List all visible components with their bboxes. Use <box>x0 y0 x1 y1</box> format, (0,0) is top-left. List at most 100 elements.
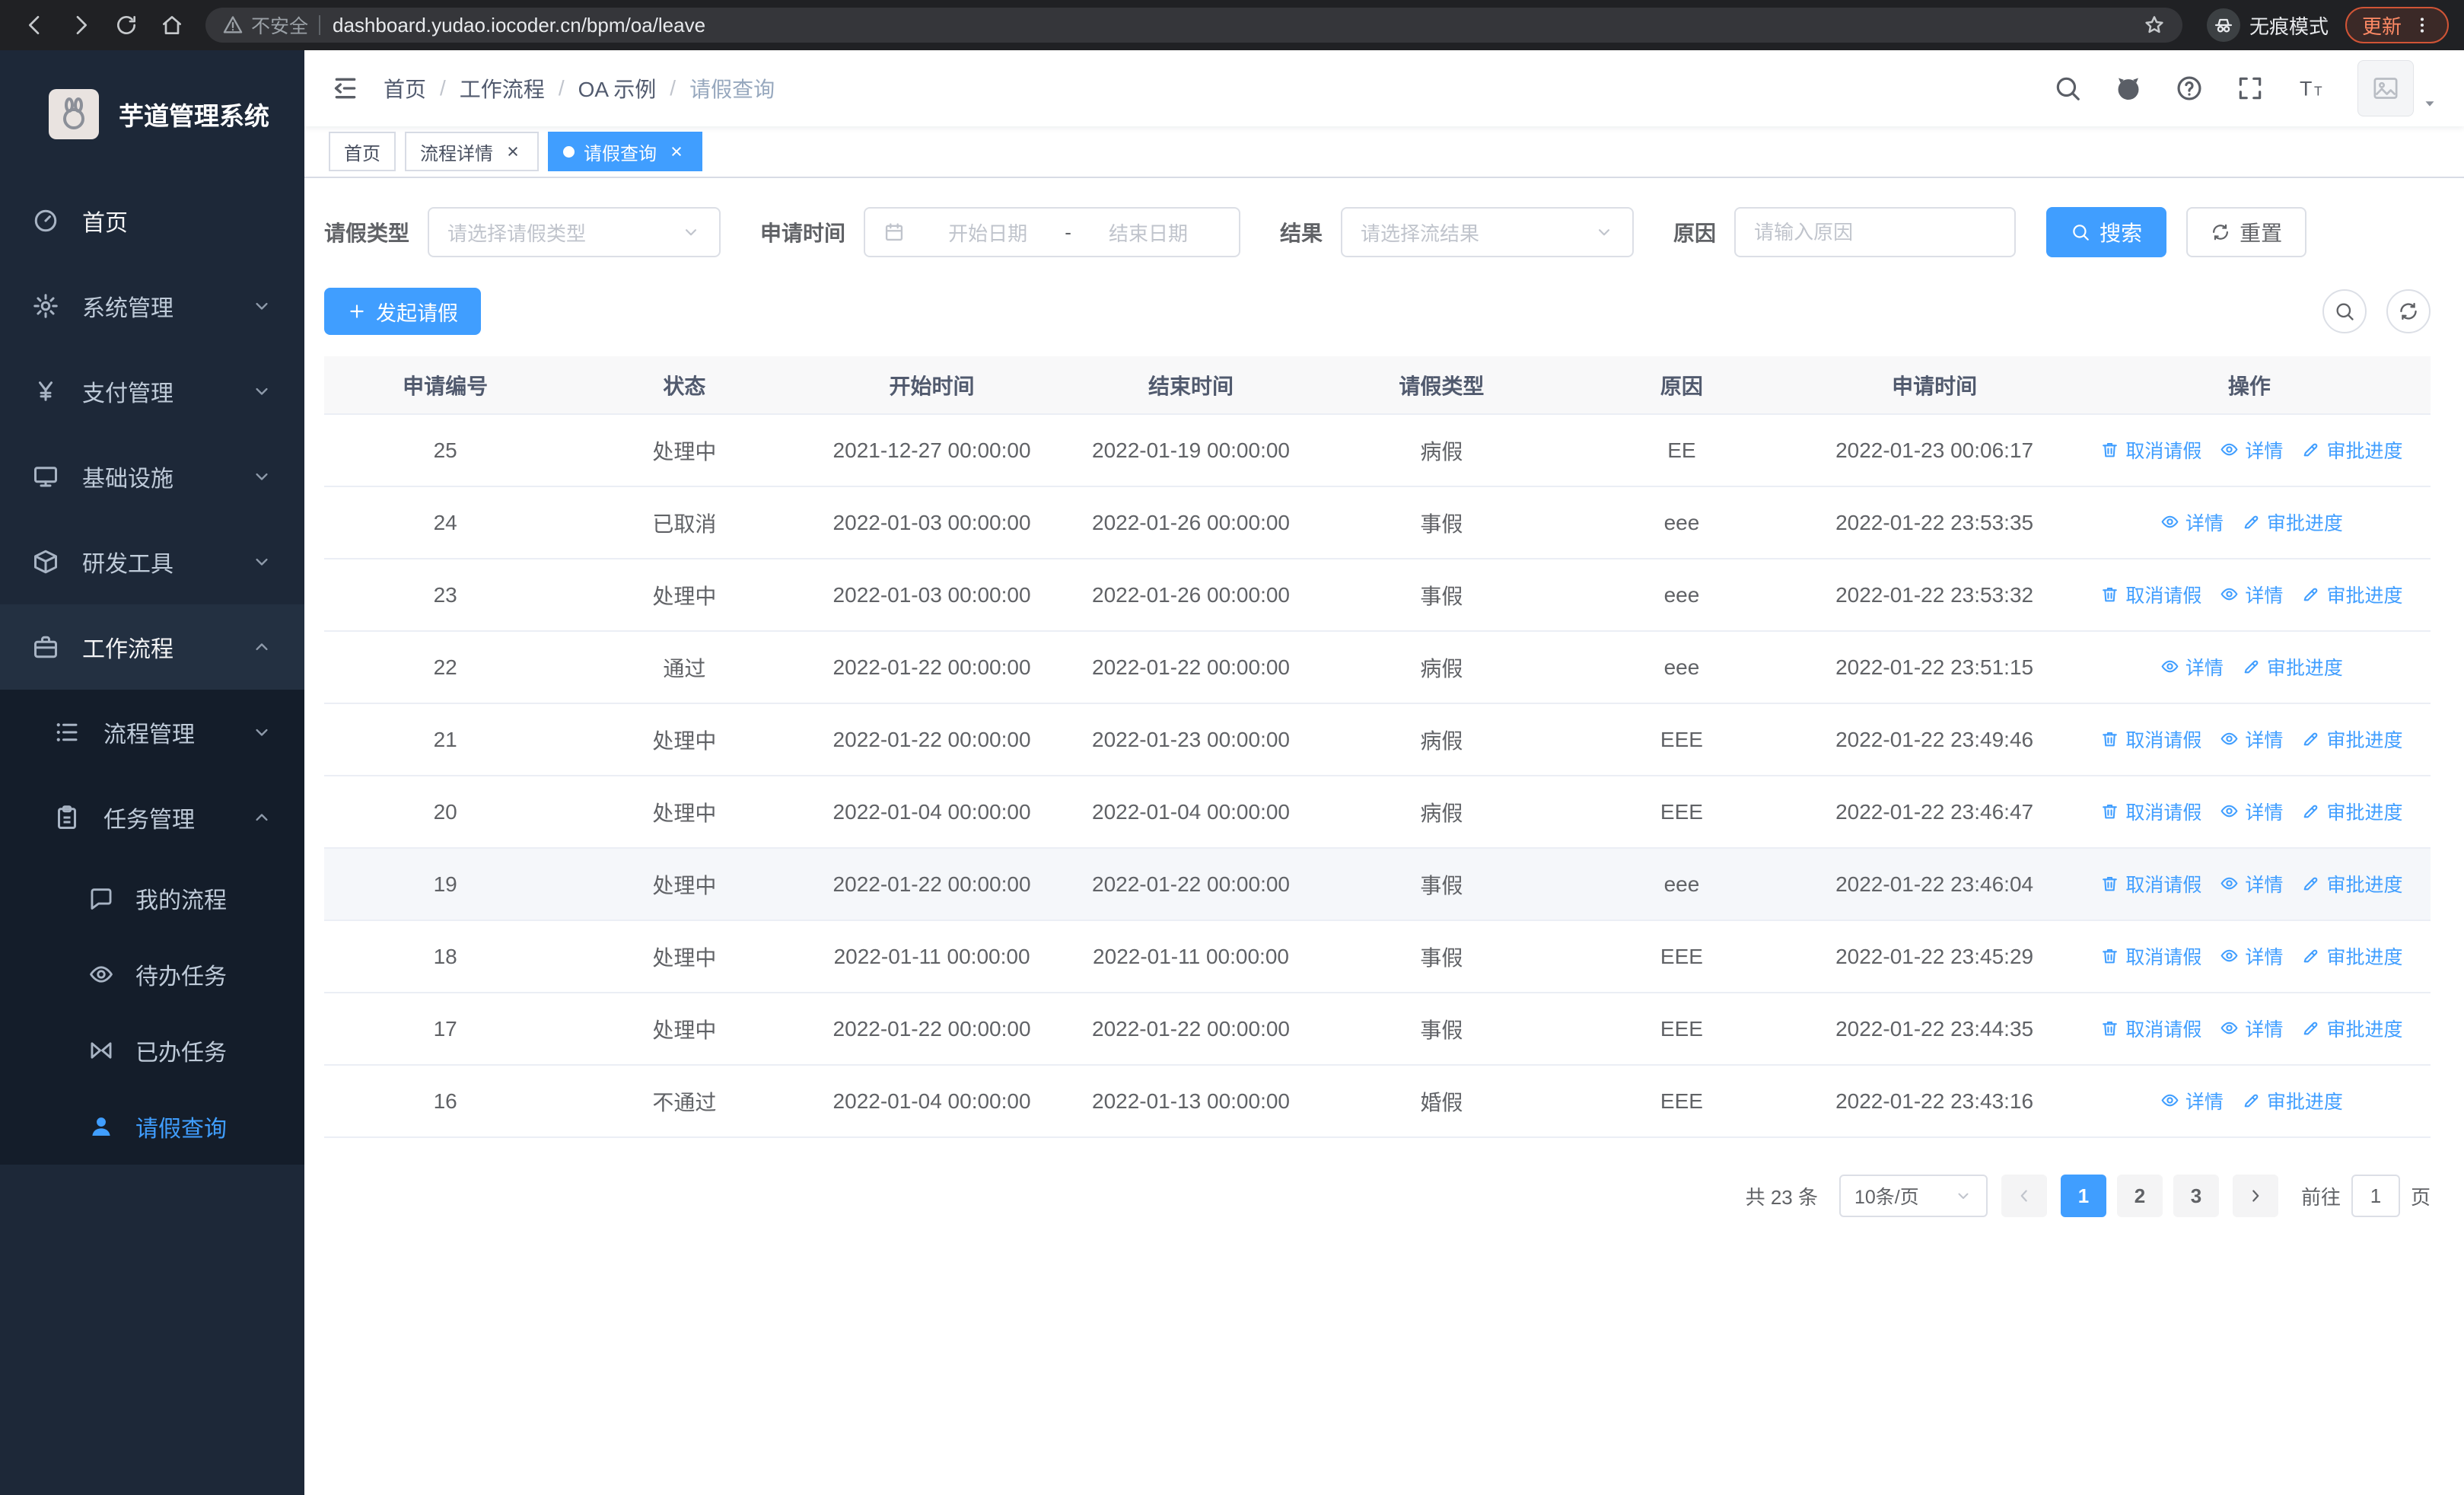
fullscreen-icon[interactable] <box>2236 74 2265 103</box>
browser-forward-button[interactable] <box>61 5 100 45</box>
page-button-2[interactable]: 2 <box>2116 1175 2163 1217</box>
progress-action-link[interactable]: 审批进度 <box>2242 653 2343 681</box>
cancel-action-link[interactable]: 取消请假 <box>2100 1015 2201 1042</box>
cell-leave-type: 婚假 <box>1320 1065 1563 1138</box>
page-button-1[interactable]: 1 <box>2060 1175 2106 1217</box>
cancel-action-link[interactable]: 取消请假 <box>2100 725 2201 753</box>
sidebar-item-done-tasks[interactable]: 已办任务 <box>0 1012 304 1089</box>
breadcrumb-workflow[interactable]: 工作流程 <box>460 73 545 104</box>
sidebar-item-home[interactable]: 首页 <box>0 178 304 263</box>
table-row[interactable]: 19 处理中 2022-01-22 00:00:00 2022-01-22 00… <box>324 848 2431 921</box>
url-text[interactable]: dashboard.yudao.iocoder.cn/bpm/oa/leave <box>333 14 2143 37</box>
close-icon[interactable]: × <box>666 141 687 162</box>
table-row[interactable]: 17 处理中 2022-01-22 00:00:00 2022-01-22 00… <box>324 993 2431 1066</box>
table-row[interactable]: 23 处理中 2022-01-03 00:00:00 2022-01-26 00… <box>324 559 2431 632</box>
reset-button[interactable]: 重置 <box>2186 207 2307 257</box>
hide-search-button[interactable] <box>2322 289 2367 333</box>
bookmark-star-icon[interactable] <box>2143 14 2166 37</box>
browser-menu-icon[interactable] <box>2412 15 2432 35</box>
user-menu[interactable] <box>2357 60 2438 116</box>
sidebar-item-process-mgmt[interactable]: 流程管理 <box>0 690 304 775</box>
close-icon[interactable]: × <box>502 141 524 162</box>
browser-home-button[interactable] <box>152 5 192 45</box>
sidebar-item-system[interactable]: 系统管理 <box>0 263 304 349</box>
table-row[interactable]: 16 不通过 2022-01-04 00:00:00 2022-01-13 00… <box>324 1065 2431 1138</box>
cancel-action-link[interactable]: 取消请假 <box>2100 870 2201 897</box>
breadcrumb-home[interactable]: 首页 <box>384 73 426 104</box>
browser-reload-button[interactable] <box>107 5 146 45</box>
table-row[interactable]: 25 处理中 2021-12-27 00:00:00 2022-01-19 00… <box>324 414 2431 487</box>
start-date-input[interactable]: 开始日期 <box>915 218 1060 247</box>
detail-action-link[interactable]: 详情 <box>2160 1087 2224 1114</box>
detail-action-label: 详情 <box>2185 1091 2224 1113</box>
page-button-3[interactable]: 3 <box>2173 1175 2219 1217</box>
progress-action-link[interactable]: 审批进度 <box>2301 942 2402 970</box>
cell-reason: EEE <box>1562 993 1801 1066</box>
tab-leave-query[interactable]: 请假查询 × <box>548 132 702 171</box>
cancel-action-link[interactable]: 取消请假 <box>2100 798 2201 825</box>
page-size-select[interactable]: 10条/页 <box>1838 1175 1988 1217</box>
sidebar-item-workflow[interactable]: 工作流程 <box>0 604 304 690</box>
detail-action-link[interactable]: 详情 <box>2160 508 2224 536</box>
font-size-icon[interactable]: TT <box>2297 74 2326 103</box>
sidebar-item-devtools[interactable]: 研发工具 <box>0 519 304 604</box>
sidebar-item-task-mgmt[interactable]: 任务管理 <box>0 775 304 860</box>
browser-chrome: 不安全 dashboard.yudao.iocoder.cn/bpm/oa/le… <box>0 0 2464 50</box>
progress-action-link[interactable]: 审批进度 <box>2301 725 2402 753</box>
sidebar-item-infrastructure[interactable]: 基础设施 <box>0 434 304 519</box>
cancel-action-link[interactable]: 取消请假 <box>2100 581 2201 608</box>
table-row[interactable]: 24 已取消 2022-01-03 00:00:00 2022-01-26 00… <box>324 486 2431 559</box>
progress-action-link[interactable]: 审批进度 <box>2301 581 2402 608</box>
breadcrumb-oa-example[interactable]: OA 示例 <box>578 73 657 104</box>
next-page-button[interactable] <box>2232 1175 2278 1217</box>
detail-action-link[interactable]: 详情 <box>2220 436 2283 464</box>
detail-action-link[interactable]: 详情 <box>2220 870 2283 897</box>
cell-actions: 取消请假 详情 审批进度 <box>2068 703 2431 776</box>
cancel-action-link[interactable]: 取消请假 <box>2100 436 2201 464</box>
search-icon[interactable] <box>2053 74 2082 103</box>
prev-page-button[interactable] <box>2001 1175 2047 1217</box>
date-range-picker[interactable]: 开始日期 - 结束日期 <box>864 207 1241 257</box>
progress-action-link[interactable]: 审批进度 <box>2301 436 2402 464</box>
help-icon[interactable] <box>2175 74 2204 103</box>
tab-home[interactable]: 首页 <box>329 132 396 171</box>
table-row[interactable]: 21 处理中 2022-01-22 00:00:00 2022-01-23 00… <box>324 703 2431 776</box>
tab-process-detail[interactable]: 流程详情 × <box>405 132 539 171</box>
leave-type-select[interactable]: 请选择请假类型 <box>428 207 721 257</box>
sidebar-collapse-icon[interactable] <box>330 73 361 104</box>
progress-action-link[interactable]: 审批进度 <box>2242 508 2343 536</box>
progress-action-label: 审批进度 <box>2326 802 2403 824</box>
cancel-action-link[interactable]: 取消请假 <box>2100 942 2201 970</box>
create-leave-button[interactable]: 发起请假 <box>324 288 481 335</box>
browser-back-button[interactable] <box>15 5 55 45</box>
result-select[interactable]: 请选择流结果 <box>1341 207 1635 257</box>
goto-page-input[interactable] <box>2351 1175 2400 1217</box>
progress-action-link[interactable]: 审批进度 <box>2242 1087 2343 1114</box>
logo[interactable]: 芋道管理系统 <box>0 50 304 178</box>
url-bar[interactable]: 不安全 dashboard.yudao.iocoder.cn/bpm/oa/le… <box>205 8 2182 43</box>
sidebar-item-leave-query[interactable]: 请假查询 <box>0 1089 304 1165</box>
refresh-table-button[interactable] <box>2386 289 2431 333</box>
detail-action-link[interactable]: 详情 <box>2160 653 2224 681</box>
sidebar-item-payment[interactable]: 支付管理 <box>0 349 304 434</box>
table-row[interactable]: 22 通过 2022-01-22 00:00:00 2022-01-22 00:… <box>324 631 2431 704</box>
user-avatar[interactable] <box>2357 60 2414 116</box>
detail-action-link[interactable]: 详情 <box>2220 1015 2283 1042</box>
security-label[interactable]: 不安全 <box>251 11 308 39</box>
detail-action-link[interactable]: 详情 <box>2220 581 2283 608</box>
end-date-input[interactable]: 结束日期 <box>1076 218 1221 247</box>
table-row[interactable]: 20 处理中 2022-01-04 00:00:00 2022-01-04 00… <box>324 776 2431 849</box>
detail-action-link[interactable]: 详情 <box>2220 942 2283 970</box>
update-button[interactable]: 更新 <box>2345 7 2449 43</box>
progress-action-link[interactable]: 审批进度 <box>2301 798 2402 825</box>
search-button[interactable]: 搜索 <box>2046 207 2167 257</box>
sidebar-item-my-process[interactable]: 我的流程 <box>0 860 304 936</box>
detail-action-link[interactable]: 详情 <box>2220 798 2283 825</box>
sidebar-item-todo-tasks[interactable]: 待办任务 <box>0 936 304 1012</box>
progress-action-link[interactable]: 审批进度 <box>2301 870 2402 897</box>
reason-input[interactable] <box>1754 220 1997 244</box>
detail-action-link[interactable]: 详情 <box>2220 725 2283 753</box>
table-row[interactable]: 18 处理中 2022-01-11 00:00:00 2022-01-11 00… <box>324 920 2431 993</box>
progress-action-link[interactable]: 审批进度 <box>2301 1015 2402 1042</box>
github-icon[interactable] <box>2114 74 2143 103</box>
